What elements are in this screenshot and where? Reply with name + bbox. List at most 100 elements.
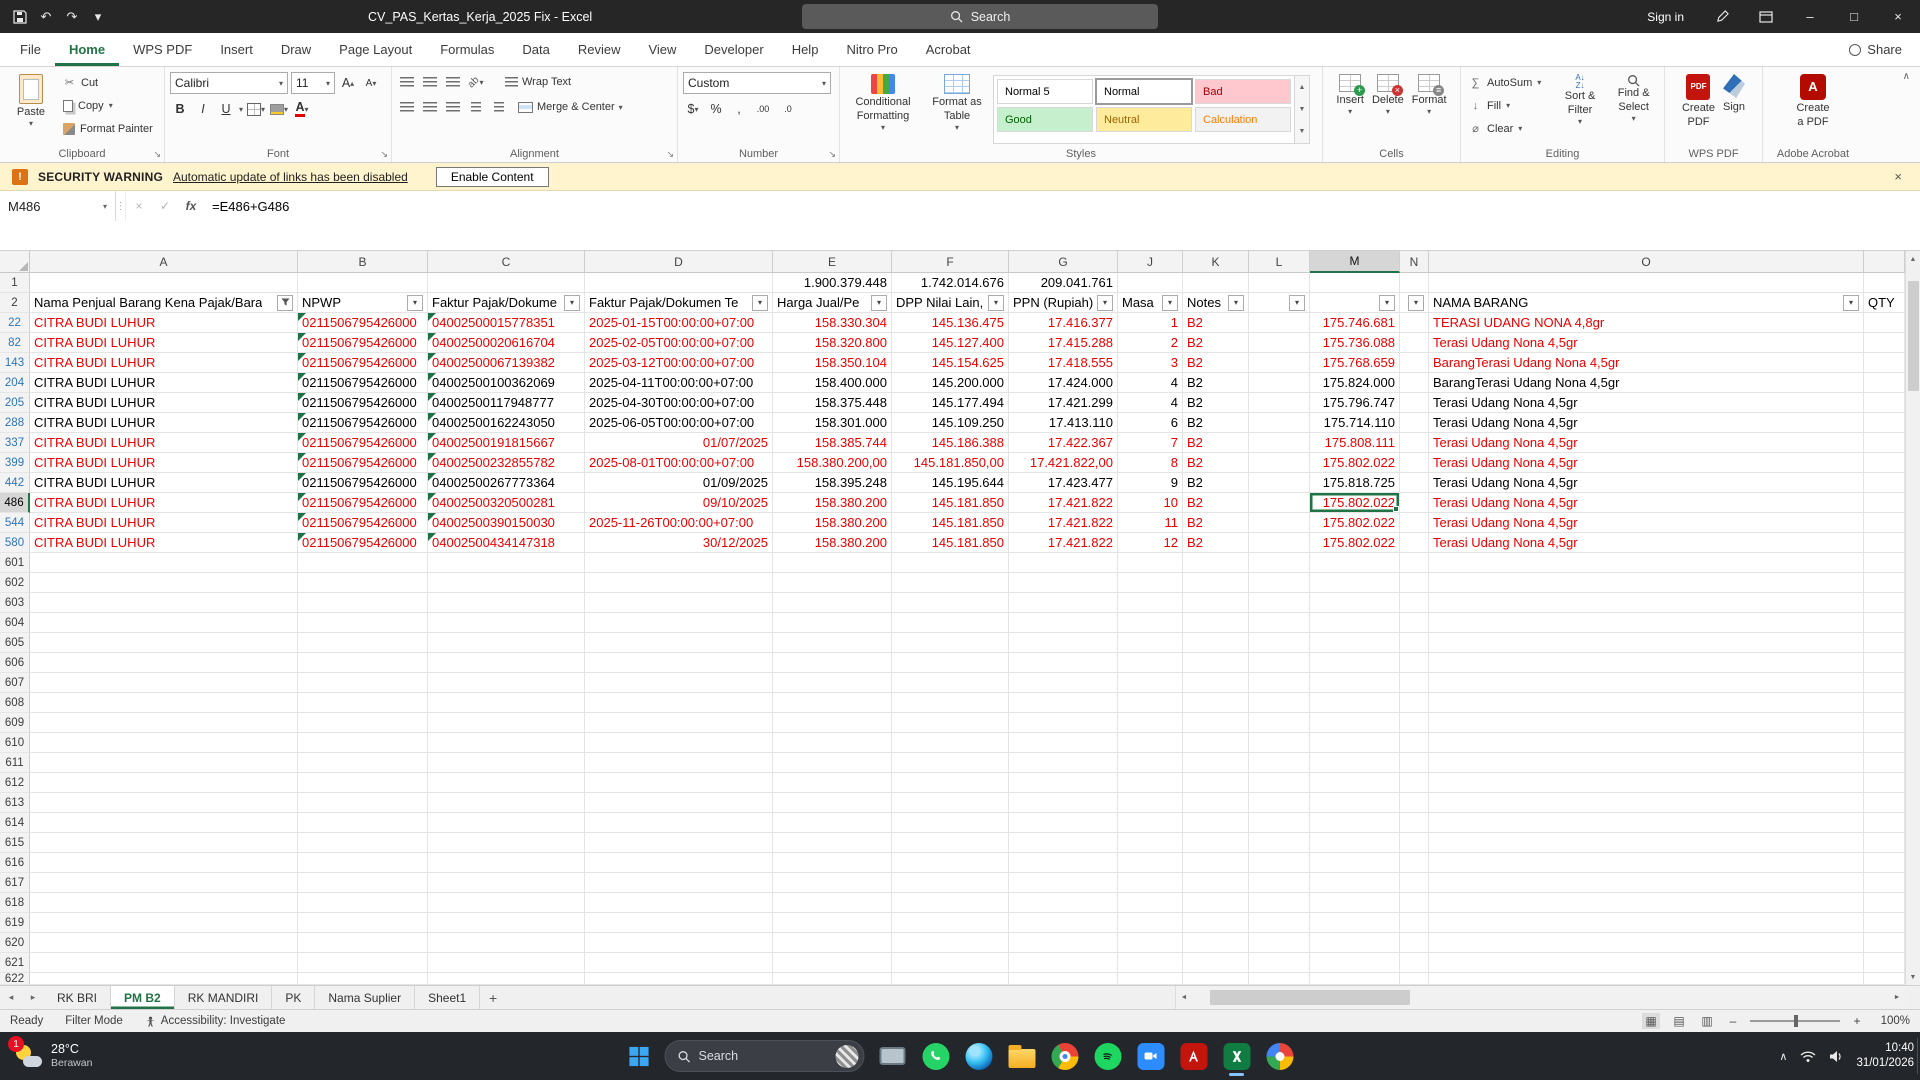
cell-D621[interactable]: [585, 953, 773, 973]
cell-O288[interactable]: Terasi Udang Nona 4,5gr: [1429, 413, 1864, 433]
cell-E204[interactable]: 158.400.000: [773, 373, 892, 393]
cell-O143[interactable]: BarangTerasi Udang Nona 4,5gr: [1429, 353, 1864, 373]
cell-M601[interactable]: [1310, 553, 1400, 573]
borders-button[interactable]: ▾: [246, 99, 266, 119]
cell-F610[interactable]: [892, 733, 1009, 753]
row-header-288[interactable]: 288: [0, 413, 30, 433]
cell-G1[interactable]: 209.041.761: [1009, 273, 1118, 293]
cell-E615[interactable]: [773, 833, 892, 853]
cell-O602[interactable]: [1429, 573, 1864, 593]
row-header-622[interactable]: 622: [0, 973, 30, 985]
cell-A442[interactable]: CITRA BUDI LUHUR: [30, 473, 298, 493]
column-header-C[interactable]: C: [428, 251, 585, 273]
cell-B288[interactable]: 0211506795426000: [298, 413, 428, 433]
cell-A486[interactable]: CITRA BUDI LUHUR: [30, 493, 298, 513]
cell-E580[interactable]: 158.380.200: [773, 533, 892, 553]
cell-B610[interactable]: [298, 733, 428, 753]
cell-J399[interactable]: 8: [1118, 453, 1183, 473]
cell-J615[interactable]: [1118, 833, 1183, 853]
cell-J622[interactable]: [1118, 973, 1183, 985]
cell-K143[interactable]: B2: [1183, 353, 1249, 373]
cell-M605[interactable]: [1310, 633, 1400, 653]
select-all-corner[interactable]: [0, 251, 30, 273]
fill-button[interactable]: ↓ Fill ▾: [1466, 95, 1552, 116]
cell-K486[interactable]: B2: [1183, 493, 1249, 513]
cell-J612[interactable]: [1118, 773, 1183, 793]
cell-N610[interactable]: [1400, 733, 1429, 753]
cell-M1[interactable]: [1310, 273, 1400, 293]
cell-L613[interactable]: [1249, 793, 1310, 813]
cell-N621[interactable]: [1400, 953, 1429, 973]
format-cells-button[interactable]: ≡ Format ▾: [1412, 72, 1447, 144]
cell-J610[interactable]: [1118, 733, 1183, 753]
cell-N606[interactable]: [1400, 653, 1429, 673]
conditional-formatting-button[interactable]: Conditional Formatting ▾: [845, 72, 921, 144]
name-box[interactable]: M486 ▾: [0, 191, 116, 221]
cell-L608[interactable]: [1249, 693, 1310, 713]
cell-M611[interactable]: [1310, 753, 1400, 773]
cell-M615[interactable]: [1310, 833, 1400, 853]
filter-dropdown-icon[interactable]: ▾: [407, 294, 423, 311]
cell-P609[interactable]: [1864, 713, 1905, 733]
cell-O22[interactable]: TERASI UDANG NONA 4,8gr: [1429, 313, 1864, 333]
cell-L22[interactable]: [1249, 313, 1310, 333]
cell-P486[interactable]: [1864, 493, 1905, 513]
cell-D622[interactable]: [585, 973, 773, 985]
cell-P616[interactable]: [1864, 853, 1905, 873]
paste-button[interactable]: Paste ▾: [5, 72, 57, 144]
cell-F544[interactable]: 145.181.850: [892, 513, 1009, 533]
cancel-icon[interactable]: ×: [126, 191, 152, 221]
cell-P544[interactable]: [1864, 513, 1905, 533]
cell-C620[interactable]: [428, 933, 585, 953]
row-header-621[interactable]: 621: [0, 953, 30, 973]
cell-N288[interactable]: [1400, 413, 1429, 433]
cell-F288[interactable]: 145.109.250: [892, 413, 1009, 433]
row-header-1[interactable]: 1: [0, 273, 30, 293]
cell-K613[interactable]: [1183, 793, 1249, 813]
spotify-taskbar-icon[interactable]: [1089, 1034, 1127, 1078]
cell-J82[interactable]: 2: [1118, 333, 1183, 353]
edge-taskbar-icon[interactable]: [960, 1034, 998, 1078]
ribbon-tab-nitro-pro[interactable]: Nitro Pro: [832, 33, 911, 66]
cell-A622[interactable]: [30, 973, 298, 985]
cell-O580[interactable]: Terasi Udang Nona 4,5gr: [1429, 533, 1864, 553]
cell-B621[interactable]: [298, 953, 428, 973]
cell-M486[interactable]: 175.802.022: [1310, 493, 1400, 513]
cell-D616[interactable]: [585, 853, 773, 873]
cell-K617[interactable]: [1183, 873, 1249, 893]
cell-B614[interactable]: [298, 813, 428, 833]
cell-K605[interactable]: [1183, 633, 1249, 653]
sheet-tab-rk-mandiri[interactable]: RK MANDIRI: [175, 986, 273, 1009]
cell-D399[interactable]: 2025-08-01T00:00:00+07:00: [585, 453, 773, 473]
cell-E602[interactable]: [773, 573, 892, 593]
cell-O606[interactable]: [1429, 653, 1864, 673]
cell-B580[interactable]: 0211506795426000: [298, 533, 428, 553]
cell-L621[interactable]: [1249, 953, 1310, 973]
cell-L399[interactable]: [1249, 453, 1310, 473]
cell-N614[interactable]: [1400, 813, 1429, 833]
cell-K608[interactable]: [1183, 693, 1249, 713]
cell-M610[interactable]: [1310, 733, 1400, 753]
cell-O608[interactable]: [1429, 693, 1864, 713]
cell-P617[interactable]: [1864, 873, 1905, 893]
filter-dropdown-icon[interactable]: ▾: [1843, 294, 1859, 311]
cell-J613[interactable]: [1118, 793, 1183, 813]
cell-N544[interactable]: [1400, 513, 1429, 533]
cell-E22[interactable]: 158.330.304: [773, 313, 892, 333]
cell-J22[interactable]: 1: [1118, 313, 1183, 333]
cell-A613[interactable]: [30, 793, 298, 813]
cell-C544[interactable]: 04002500390150030: [428, 513, 585, 533]
orientation-button[interactable]: ab ▾: [466, 72, 486, 92]
cell-J1[interactable]: [1118, 273, 1183, 293]
align-middle-icon[interactable]: [420, 72, 440, 92]
cell-K22[interactable]: B2: [1183, 313, 1249, 333]
column-header-A[interactable]: A: [30, 251, 298, 273]
cell-C622[interactable]: [428, 973, 585, 985]
cell-L607[interactable]: [1249, 673, 1310, 693]
ribbon-tab-wps-pdf[interactable]: WPS PDF: [119, 33, 206, 66]
cell-P619[interactable]: [1864, 913, 1905, 933]
cell-N609[interactable]: [1400, 713, 1429, 733]
cell-style-calculation[interactable]: Calculation: [1195, 107, 1291, 132]
row-header-442[interactable]: 442: [0, 473, 30, 493]
underline-button[interactable]: U: [216, 99, 236, 119]
